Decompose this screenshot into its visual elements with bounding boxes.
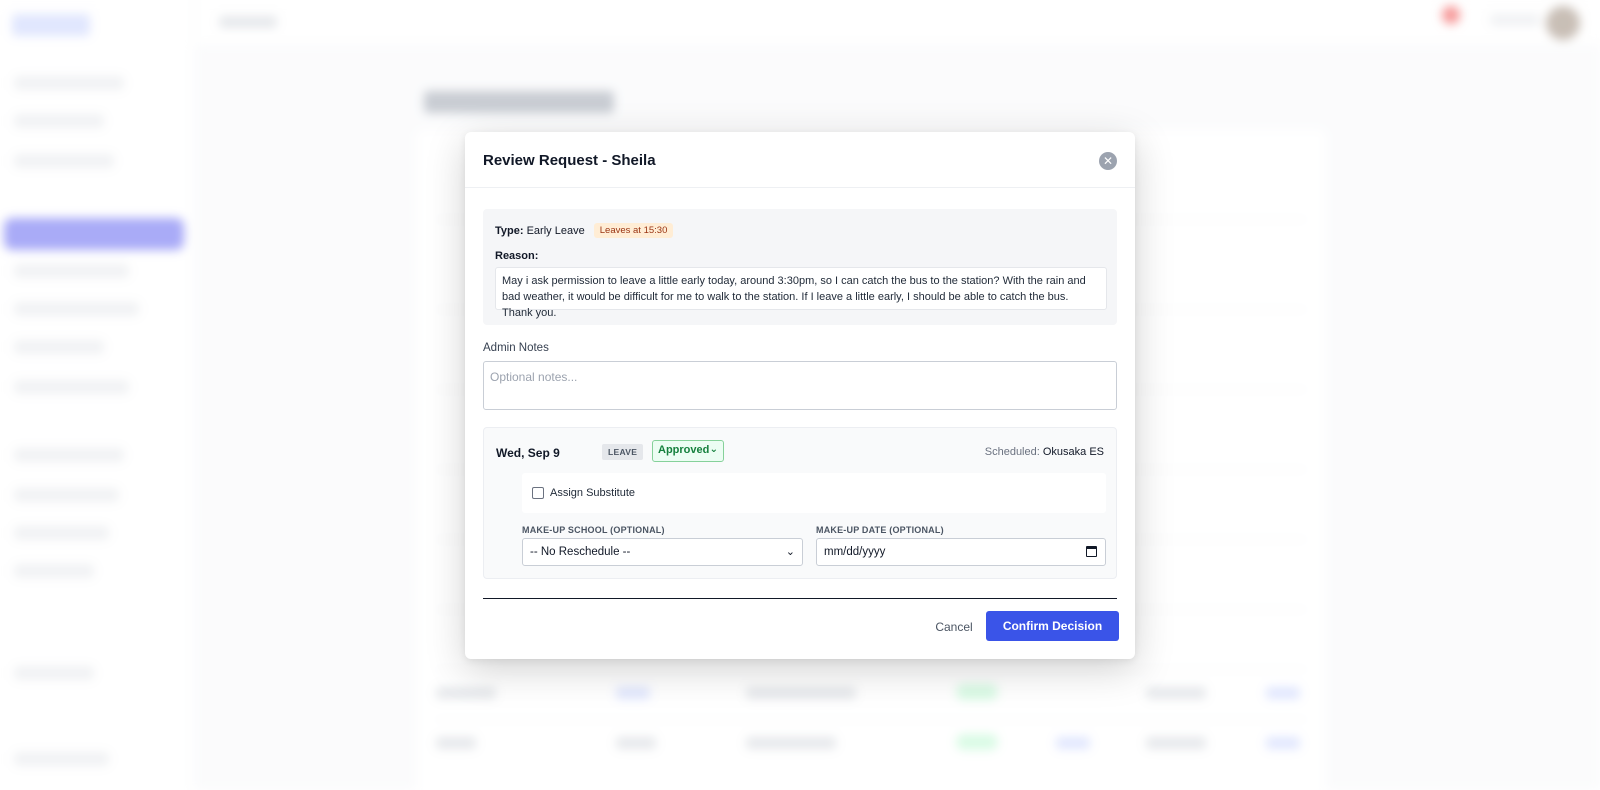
type-label: Type:: [495, 225, 524, 237]
chevron-down-icon: ⌄: [785, 546, 795, 558]
cancel-button[interactable]: Cancel: [929, 620, 979, 634]
footer-divider: [483, 598, 1117, 599]
makeup-date-label: MAKE-UP DATE (OPTIONAL): [816, 525, 944, 535]
scheduled-label: Scheduled:: [984, 446, 1040, 458]
assign-substitute-label[interactable]: Assign Substitute: [550, 487, 635, 499]
day-date: Wed, Sep 9: [496, 446, 560, 460]
calendar-icon[interactable]: [1086, 546, 1097, 557]
leave-time-badge: Leaves at 15:30: [593, 223, 674, 238]
modal-title: Review Request - Sheila: [483, 152, 656, 169]
reason-label: Reason:: [495, 250, 539, 262]
confirm-decision-button[interactable]: Confirm Decision: [986, 611, 1119, 641]
request-type: Type: Early Leave Leaves at 15:30: [495, 223, 674, 238]
makeup-school-value: -- No Reschedule --: [530, 546, 631, 558]
close-icon[interactable]: ✕: [1099, 152, 1117, 170]
makeup-school-label: MAKE-UP SCHOOL (OPTIONAL): [522, 525, 665, 535]
leave-tag: LEAVE: [602, 444, 644, 460]
modal-header: Review Request - Sheila ✕: [465, 132, 1135, 188]
makeup-school-select[interactable]: -- No Reschedule -- ⌄: [522, 538, 803, 566]
request-info: Type: Early Leave Leaves at 15:30 Reason…: [483, 209, 1117, 325]
scheduled-school: Scheduled: Okusaka ES: [985, 446, 1104, 458]
status-value: Approved: [658, 444, 710, 456]
admin-notes-label: Admin Notes: [483, 342, 549, 354]
makeup-date-value: mm/dd/yyyy: [824, 546, 886, 558]
type-value: Early Leave: [526, 225, 585, 237]
day-decision-card: Wed, Sep 9 LEAVE Approved ⌄ Scheduled: O…: [483, 427, 1117, 579]
admin-notes-input[interactable]: [483, 361, 1117, 410]
makeup-date-input[interactable]: mm/dd/yyyy: [816, 538, 1106, 566]
reason-text: May i ask permission to leave a little e…: [495, 267, 1107, 319]
assign-substitute-panel: Assign Substitute: [522, 473, 1106, 513]
review-request-modal: Review Request - Sheila ✕ Type: Early Le…: [465, 132, 1135, 659]
scheduled-value: Okusaka ES: [1042, 446, 1104, 458]
chevron-down-icon: ⌄: [709, 444, 718, 455]
assign-substitute-checkbox[interactable]: [532, 487, 544, 499]
status-select[interactable]: Approved ⌄: [652, 440, 724, 462]
